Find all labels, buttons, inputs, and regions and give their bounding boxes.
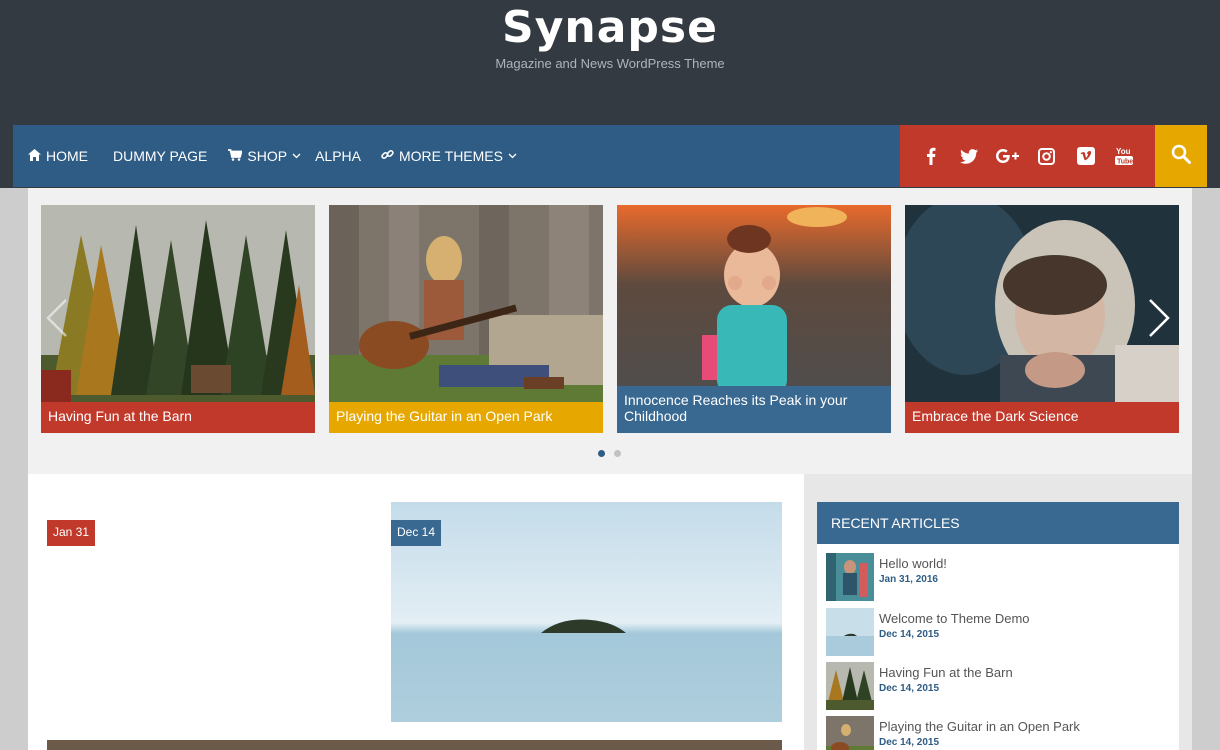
carousel-slide[interactable]: Innocence Reaches its Peak in your Child…	[617, 205, 891, 433]
post-thumbnail[interactable]	[391, 502, 782, 722]
slide-caption[interactable]: Having Fun at the Barn	[41, 402, 315, 433]
article-title[interactable]: Having Fun at the Barn	[879, 665, 1013, 680]
article-title[interactable]: Hello world!	[879, 556, 947, 571]
site-title[interactable]: Synapse	[0, 2, 1220, 53]
recent-article-item[interactable]: Having Fun at the Barn Dec 14, 2015	[826, 662, 1176, 710]
main-navbar: HOME DUMMY PAGE SHOP ALPHA MORE THEMES Y…	[13, 125, 1207, 187]
nav-item-label: ALPHA	[315, 148, 361, 164]
article-date: Dec 14, 2015	[879, 683, 940, 694]
cart-icon	[228, 148, 244, 164]
vimeo-icon[interactable]	[1072, 142, 1100, 170]
featured-carousel: Having Fun at the Barn Playing the Guita…	[28, 188, 1192, 474]
slide-image	[41, 205, 315, 433]
twitter-icon[interactable]	[955, 142, 983, 170]
carousel-next-button[interactable]	[1148, 298, 1170, 345]
carousel-slide[interactable]: Playing the Guitar in an Open Park	[329, 205, 603, 433]
article-thumbnail	[826, 662, 874, 710]
google-plus-icon[interactable]	[994, 142, 1022, 170]
facebook-icon[interactable]	[917, 142, 945, 170]
article-title[interactable]: Playing the Guitar in an Open Park	[879, 719, 1080, 734]
chevron-down-icon	[508, 151, 517, 161]
carousel-pagination	[598, 450, 621, 457]
widget-title: RECENT ARTICLES	[817, 502, 1179, 544]
nav-item-alpha[interactable]: ALPHA	[315, 125, 361, 187]
instagram-icon[interactable]	[1033, 142, 1061, 170]
slide-image	[329, 205, 603, 433]
nav-menu: HOME DUMMY PAGE SHOP ALPHA MORE THEMES	[13, 125, 517, 187]
article-date: Dec 14, 2015	[879, 737, 940, 748]
nav-item-label: HOME	[46, 148, 88, 164]
slide-image	[905, 205, 1179, 433]
article-thumbnail	[826, 608, 874, 656]
sidebar: RECENT ARTICLES Hello world! Jan 31, 201…	[804, 474, 1192, 750]
link-icon	[381, 148, 394, 164]
main-content: Jan 31 Dec 14	[28, 474, 804, 750]
post-date-badge: Dec 14	[391, 520, 442, 546]
search-icon	[1171, 144, 1191, 169]
nav-item-label: SHOP	[247, 148, 288, 164]
chevron-down-icon	[292, 151, 301, 161]
svg-text:Tube: Tube	[1117, 159, 1133, 166]
nav-item-label: MORE THEMES	[399, 148, 503, 164]
svg-text:You: You	[1116, 147, 1131, 156]
carousel-dot[interactable]	[598, 450, 605, 457]
site-tagline: Magazine and News WordPress Theme	[495, 56, 725, 71]
carousel-dot[interactable]	[614, 450, 621, 457]
article-thumbnail	[826, 553, 874, 601]
recent-article-item[interactable]: Playing the Guitar in an Open Park Dec 1…	[826, 716, 1176, 750]
nav-item-dummy-page[interactable]: DUMMY PAGE	[113, 125, 207, 187]
article-date: Jan 31, 2016	[879, 574, 938, 585]
nav-item-shop[interactable]: SHOP	[228, 125, 301, 187]
article-thumbnail	[826, 716, 874, 750]
slide-caption[interactable]: Playing the Guitar in an Open Park	[329, 402, 603, 433]
home-icon	[28, 148, 41, 164]
recent-article-item[interactable]: Hello world! Jan 31, 2016	[826, 553, 1176, 601]
chevron-left-icon	[46, 299, 67, 337]
post-thumbnail[interactable]	[47, 740, 782, 750]
search-button[interactable]	[1155, 125, 1207, 187]
nav-item-home[interactable]: HOME	[28, 125, 88, 187]
youtube-icon[interactable]: You Tube	[1110, 142, 1138, 170]
slide-caption[interactable]: Innocence Reaches its Peak in your Child…	[617, 386, 891, 433]
post-date-badge: Jan 31	[47, 520, 96, 546]
carousel-slide[interactable]: Having Fun at the Barn	[41, 205, 315, 433]
article-date: Dec 14, 2015	[879, 629, 940, 640]
chevron-right-icon	[1149, 299, 1170, 337]
slide-caption[interactable]: Embrace the Dark Science	[905, 402, 1179, 433]
recent-article-item[interactable]: Welcome to Theme Demo Dec 14, 2015	[826, 608, 1176, 656]
recent-articles-widget: RECENT ARTICLES Hello world! Jan 31, 201…	[817, 502, 1179, 750]
carousel-slide[interactable]: Embrace the Dark Science	[905, 205, 1179, 433]
nav-item-more-themes[interactable]: MORE THEMES	[381, 125, 517, 187]
nav-item-label: DUMMY PAGE	[113, 148, 208, 164]
article-title[interactable]: Welcome to Theme Demo	[879, 611, 1030, 626]
carousel-prev-button[interactable]	[46, 298, 68, 345]
social-links: You Tube	[900, 125, 1155, 187]
